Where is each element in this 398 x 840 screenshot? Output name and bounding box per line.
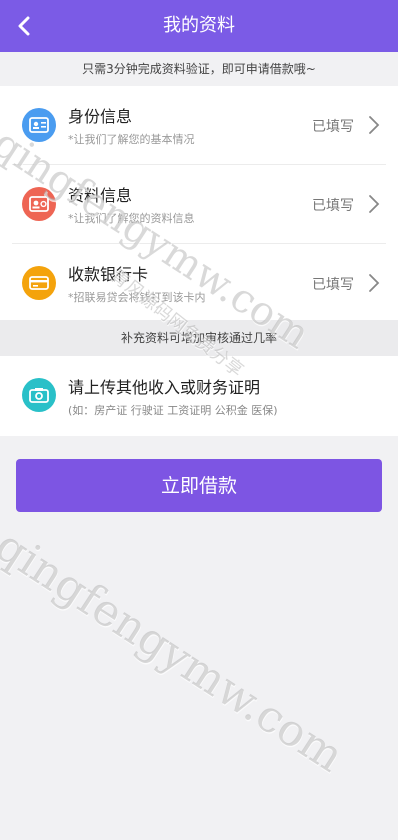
item-status: 已填写	[312, 198, 354, 214]
borrow-now-button[interactable]: 立即借款	[16, 459, 382, 512]
chevron-right-icon	[369, 116, 380, 134]
item-title: 收款银行卡	[68, 265, 149, 284]
item-description: *招联易贷会将钱打到该卡内	[68, 291, 206, 304]
watermark-text: qingfengymw.com	[0, 520, 353, 783]
info-list: 身份信息 *让我们了解您的基本情况 已填写 资料信息 *让我们了解您的资料信息 …	[0, 86, 398, 320]
camera-icon	[22, 378, 56, 412]
item-description: *让我们了解您的基本情况	[68, 133, 195, 146]
chevron-right-icon	[369, 195, 380, 213]
item-title: 身份信息	[68, 107, 133, 126]
page-title: 我的资料	[163, 15, 235, 36]
item-status: 已填写	[312, 277, 354, 293]
id-card-icon	[22, 108, 56, 142]
item-description: *让我们了解您的资料信息	[68, 212, 195, 225]
chevron-right-icon	[369, 274, 380, 292]
notice-text: 只需3分钟完成资料验证，即可申请借款哦~	[0, 52, 398, 86]
profile-card-icon	[22, 187, 56, 221]
upload-title: 请上传其他收入或财务证明	[68, 378, 261, 397]
supplement-tip: 补充资料可增加审核通过几率	[0, 320, 398, 356]
item-title: 资料信息	[68, 186, 133, 205]
list-item-bank-card[interactable]: 收款银行卡 *招联易贷会将钱打到该卡内 已填写	[0, 244, 398, 322]
upload-description: (如：房产证 行驶证 工资证明 公积金 医保)	[68, 404, 278, 417]
upload-proof-item[interactable]: 请上传其他收入或财务证明 (如：房产证 行驶证 工资证明 公积金 医保)	[0, 356, 398, 436]
top-bar: 我的资料	[0, 0, 398, 52]
bank-card-icon	[22, 266, 56, 300]
item-status: 已填写	[312, 119, 354, 135]
list-item-identity[interactable]: 身份信息 *让我们了解您的基本情况 已填写	[0, 86, 398, 164]
list-item-profile[interactable]: 资料信息 *让我们了解您的资料信息 已填写	[0, 165, 398, 243]
